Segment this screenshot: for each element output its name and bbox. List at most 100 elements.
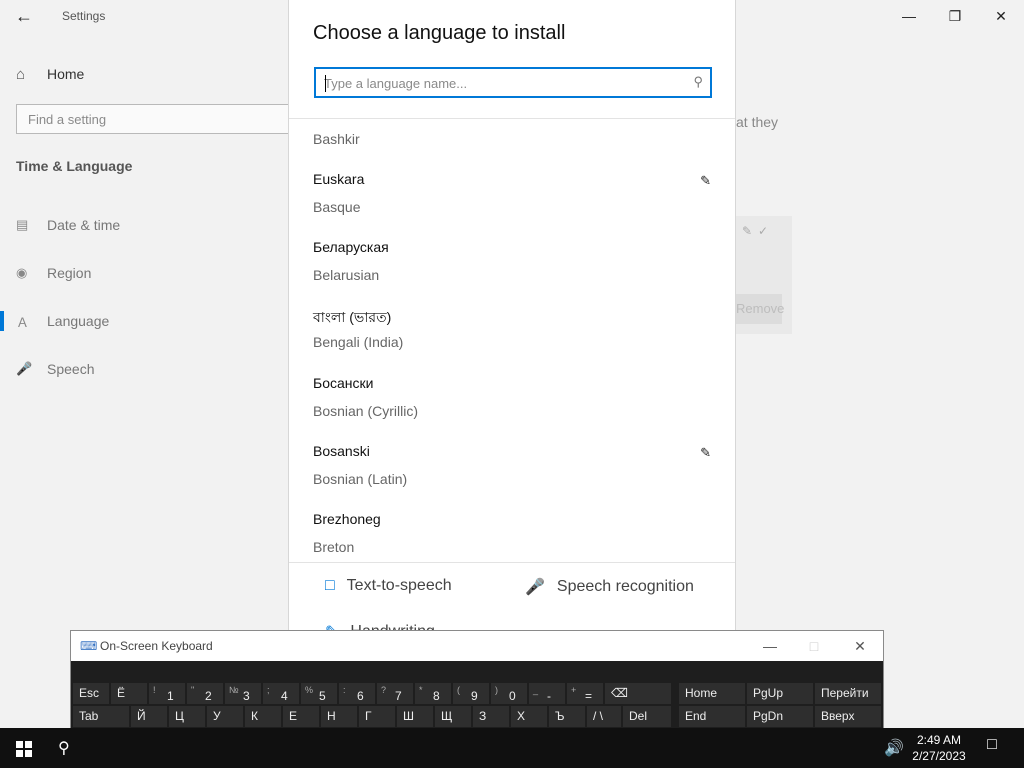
key-row2-4[interactable]: К [245, 706, 281, 727]
language-native-name: Босански [313, 375, 374, 391]
key-row2-1[interactable]: Й [131, 706, 167, 727]
language-english-name: Bosnian (Latin) [313, 471, 408, 487]
key-main-label: 1 [167, 689, 174, 703]
choose-language-dialog: Choose a language to install ⚲ Bashkir E… [288, 0, 736, 728]
key-row2-0[interactable]: Tab [73, 706, 129, 727]
globe-icon: ◉ [16, 265, 28, 280]
legend-speech-recognition: 🎤 Speech recognition [525, 577, 694, 597]
clock-date: 2/27/2023 [912, 749, 966, 763]
key-shift-label: ) [495, 685, 498, 695]
language-item-basque[interactable]: Euskara Basque ✎ [313, 171, 713, 239]
sidebar-item-label: Date & time [47, 217, 121, 233]
find-setting-input[interactable]: Find a setting [16, 104, 290, 134]
key-main-label: - [547, 689, 551, 703]
key-1[interactable]: Ё [111, 683, 147, 704]
app-title: Settings [62, 9, 106, 23]
key-5[interactable]: ; 4 [263, 683, 299, 704]
language-partial-item[interactable]: Bashkir [313, 131, 360, 147]
key-14[interactable]: ⌫ [605, 683, 671, 704]
key-shift-label: _ [533, 685, 539, 695]
text-to-speech-icon: □ [325, 577, 335, 594]
key-9[interactable]: * 8 [415, 683, 451, 704]
nav-key-1-1[interactable]: PgDn [747, 706, 813, 727]
nav-key-0-1[interactable]: PgUp [747, 683, 813, 704]
sidebar-item-language[interactable]: Ａ Language [0, 309, 286, 333]
taskbar-clock[interactable]: 2:49 AM 2/27/2023 [904, 732, 974, 764]
background-text: at they [736, 114, 779, 130]
section-title: Time & Language [16, 158, 133, 174]
key-main-label: 7 [395, 689, 402, 703]
key-shift-label: % [305, 685, 314, 695]
key-row2-2[interactable]: Ц [169, 706, 205, 727]
key-row2-12[interactable]: Ъ [549, 706, 585, 727]
key-shift-label: + [571, 685, 577, 695]
key-main-label: = [585, 689, 593, 703]
language-search-box[interactable]: ⚲ [314, 67, 712, 98]
volume-icon[interactable]: 🔊 [884, 738, 904, 758]
language-english-name: Belarusian [313, 267, 380, 283]
clock-time: 2:49 AM [916, 733, 962, 747]
key-13[interactable]: + = [567, 683, 603, 704]
key-shift-label: ? [381, 685, 387, 695]
nav-home[interactable]: ⌂ Home [16, 62, 84, 86]
taskbar-search-icon[interactable]: ⚲ [58, 738, 70, 758]
sidebar-item-region[interactable]: ◉ Region [16, 261, 286, 285]
key-row2-5[interactable]: Е [283, 706, 319, 727]
key-10[interactable]: (9 [453, 683, 489, 704]
remove-button[interactable]: Remove [736, 294, 784, 324]
back-button[interactable]: ← [8, 4, 40, 28]
key-3[interactable]: " 2 [187, 683, 223, 704]
nav-key-1-2[interactable]: Вверх [815, 706, 881, 727]
language-item-breton[interactable]: Brezhoneg Breton [313, 511, 713, 562]
key-row2-3[interactable]: У [207, 706, 243, 727]
notification-icon[interactable]: □ [980, 736, 1004, 758]
nav-key-0-2[interactable]: Перейти [815, 683, 881, 704]
key-8[interactable]: ? 7 [377, 683, 413, 704]
list-divider-bottom [289, 562, 735, 563]
osk-maximize-button[interactable]: □ [799, 635, 829, 657]
language-item-bengali-india[interactable]: বাংলা (ভারত) Bengali (India) [313, 306, 713, 374]
language-item-bosnian-cyrillic[interactable]: Босански Bosnian (Cyrillic) [313, 375, 713, 443]
language-item-belarusian[interactable]: Беларуская Belarusian [313, 239, 713, 307]
osk-close-button[interactable]: ✕ [845, 635, 875, 657]
language-icon: Ａ [16, 314, 30, 330]
key-row2-13[interactable]: / \ [587, 706, 621, 727]
close-button[interactable]: ✕ [978, 0, 1024, 32]
find-setting-placeholder: Find a setting [28, 112, 107, 127]
key-0[interactable]: Esc [73, 683, 109, 704]
language-search-input[interactable] [324, 73, 674, 93]
key-11[interactable]: ) 0 [491, 683, 527, 704]
language-list[interactable]: Bashkir Euskara Basque ✎ Беларуская Bela… [289, 119, 735, 562]
maximize-button[interactable]: ❐ [932, 0, 978, 32]
key-row2-11[interactable]: Х [511, 706, 547, 727]
minimize-button[interactable]: — [886, 0, 932, 32]
search-icon[interactable]: ⚲ [693, 74, 703, 90]
key-4[interactable]: № 3 [225, 683, 261, 704]
sidebar-item-speech[interactable]: 🎤 Speech [16, 357, 286, 381]
key-row2-9[interactable]: Щ [435, 706, 471, 727]
nav-key-1-0[interactable]: End [679, 706, 745, 727]
key-row2-10[interactable]: З [473, 706, 509, 727]
sidebar-item-label: Region [47, 265, 92, 281]
key-6[interactable]: % 5 [301, 683, 337, 704]
key-row2-6[interactable]: Н [321, 706, 357, 727]
key-7[interactable]: :6 [339, 683, 375, 704]
key-row2-14[interactable]: Del [623, 706, 671, 727]
feature-icons: ✎✓ [742, 224, 775, 238]
key-row2-7[interactable]: Г [359, 706, 395, 727]
osk-minimize-button[interactable]: — [755, 635, 785, 657]
sidebar-item-date-time[interactable]: ▤ Date & time [16, 213, 286, 237]
start-button[interactable] [0, 728, 48, 768]
language-native-name: Brezhoneg [313, 511, 381, 527]
nav-key-0-0[interactable]: Home [679, 683, 745, 704]
key-shift-label: ! [153, 685, 156, 695]
key-main-label: 3 [243, 689, 250, 703]
key-12[interactable]: _ - [529, 683, 565, 704]
language-english-name: Bengali (India) [313, 334, 404, 350]
key-row2-8[interactable]: Ш [397, 706, 433, 727]
key-main-label: 0 [509, 689, 516, 703]
language-item-bosnian-latin[interactable]: Bosanski Bosnian (Latin) ✎ [313, 443, 713, 511]
key-2[interactable]: ! 1 [149, 683, 185, 704]
text-caret [325, 75, 326, 92]
nav-home-label: Home [47, 66, 85, 82]
